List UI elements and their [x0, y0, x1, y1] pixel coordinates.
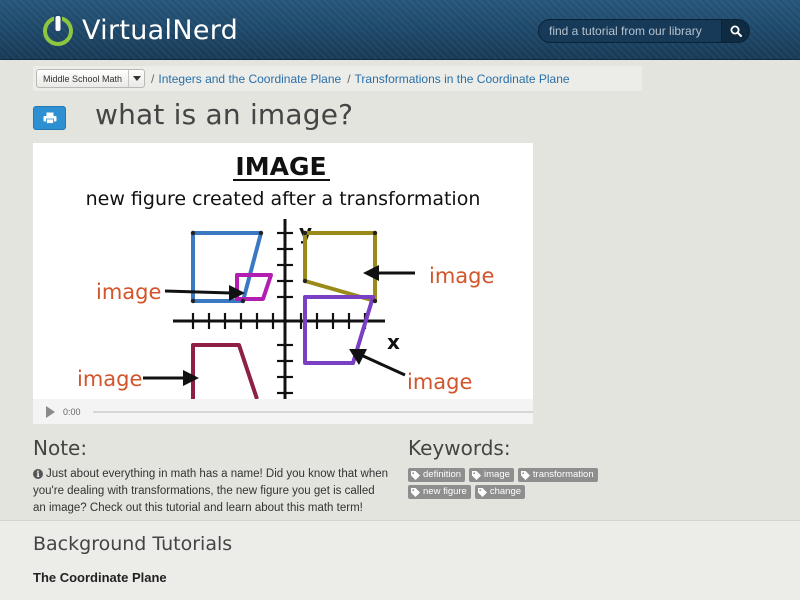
breadcrumb-link-integers[interactable]: Integers and the Coordinate Plane	[158, 72, 341, 86]
keyword-tag-definition[interactable]: definition	[408, 468, 466, 482]
tag-icon	[411, 487, 420, 497]
site-logo[interactable]: VirtualNerd	[40, 10, 238, 50]
note-text: Just about everything in math has a name…	[33, 468, 389, 514]
background-tutorials-section: Background Tutorials The Coordinate Plan…	[0, 520, 800, 600]
breadcrumb: Middle School Math / Integers and the Co…	[33, 66, 642, 91]
tag-icon	[472, 470, 482, 480]
course-select[interactable]: Middle School Math	[36, 69, 146, 88]
keyword-list: definition image transformation new figu…	[408, 468, 628, 499]
keyword-tag-transformation[interactable]: transformation	[517, 468, 598, 482]
logo-nerd: Nerd	[172, 14, 239, 46]
keyword-tag-label: transformation	[532, 469, 594, 480]
keyword-tag-new-figure[interactable]: new figure	[408, 485, 471, 499]
info-icon: i	[33, 469, 43, 479]
breadcrumb-separator: /	[347, 71, 351, 86]
search-button[interactable]	[721, 19, 750, 43]
logo-text: VirtualNerd	[82, 15, 238, 46]
play-icon	[46, 405, 55, 418]
video-subtitle: new figure created after a transformatio…	[86, 188, 481, 210]
site-header: VirtualNerd	[0, 0, 800, 60]
note-text-block: i Just about everything in math has a nam…	[33, 466, 388, 517]
keyword-tag-label: change	[489, 486, 522, 497]
background-tutorials-heading: Background Tutorials	[33, 533, 233, 555]
video-player[interactable]: IMAGE new figure created after a transfo…	[33, 143, 533, 424]
print-button[interactable]	[33, 106, 66, 130]
print-icon	[43, 112, 56, 124]
tutorial-link-coordinate-plane[interactable]: The Coordinate Plane	[33, 570, 167, 585]
image-label-bottom-right: image	[407, 370, 472, 394]
keyword-tag-label: image	[484, 469, 510, 480]
breadcrumb-link-transformations[interactable]: Transformations in the Coordinate Plane	[355, 72, 570, 86]
image-label-bottom-left: image	[77, 367, 142, 391]
video-frame: IMAGE new figure created after a transfo…	[33, 143, 533, 399]
keyword-tag-label: new figure	[423, 486, 467, 497]
x-axis-label: x	[387, 330, 400, 354]
note-heading: Note:	[33, 436, 88, 460]
caret-down-icon	[128, 70, 144, 87]
video-controls: 0:00	[33, 399, 533, 424]
logo-virtual: Virtual	[82, 14, 173, 46]
tag-icon	[520, 470, 530, 480]
play-button[interactable]	[39, 399, 61, 424]
breadcrumb-separator: /	[151, 71, 155, 86]
keyword-tag-image[interactable]: image	[469, 468, 514, 482]
video-progress-bar[interactable]	[92, 410, 533, 413]
video-heading: IMAGE	[235, 152, 326, 181]
course-select-label: Middle School Math	[43, 73, 123, 84]
keyword-tag-change[interactable]: change	[474, 485, 526, 499]
search-bar	[538, 19, 750, 43]
keyword-tag-label: definition	[423, 469, 462, 480]
video-time: 0:00	[63, 406, 81, 417]
search-icon	[730, 25, 742, 37]
tag-icon	[411, 470, 420, 480]
keywords-heading: Keywords:	[408, 436, 511, 460]
image-label-left: image	[96, 280, 161, 304]
power-icon	[43, 14, 73, 46]
image-label-right: image	[429, 264, 494, 288]
page-title: what is an image?	[95, 98, 354, 131]
search-input[interactable]	[538, 19, 722, 43]
tag-icon	[477, 487, 487, 497]
